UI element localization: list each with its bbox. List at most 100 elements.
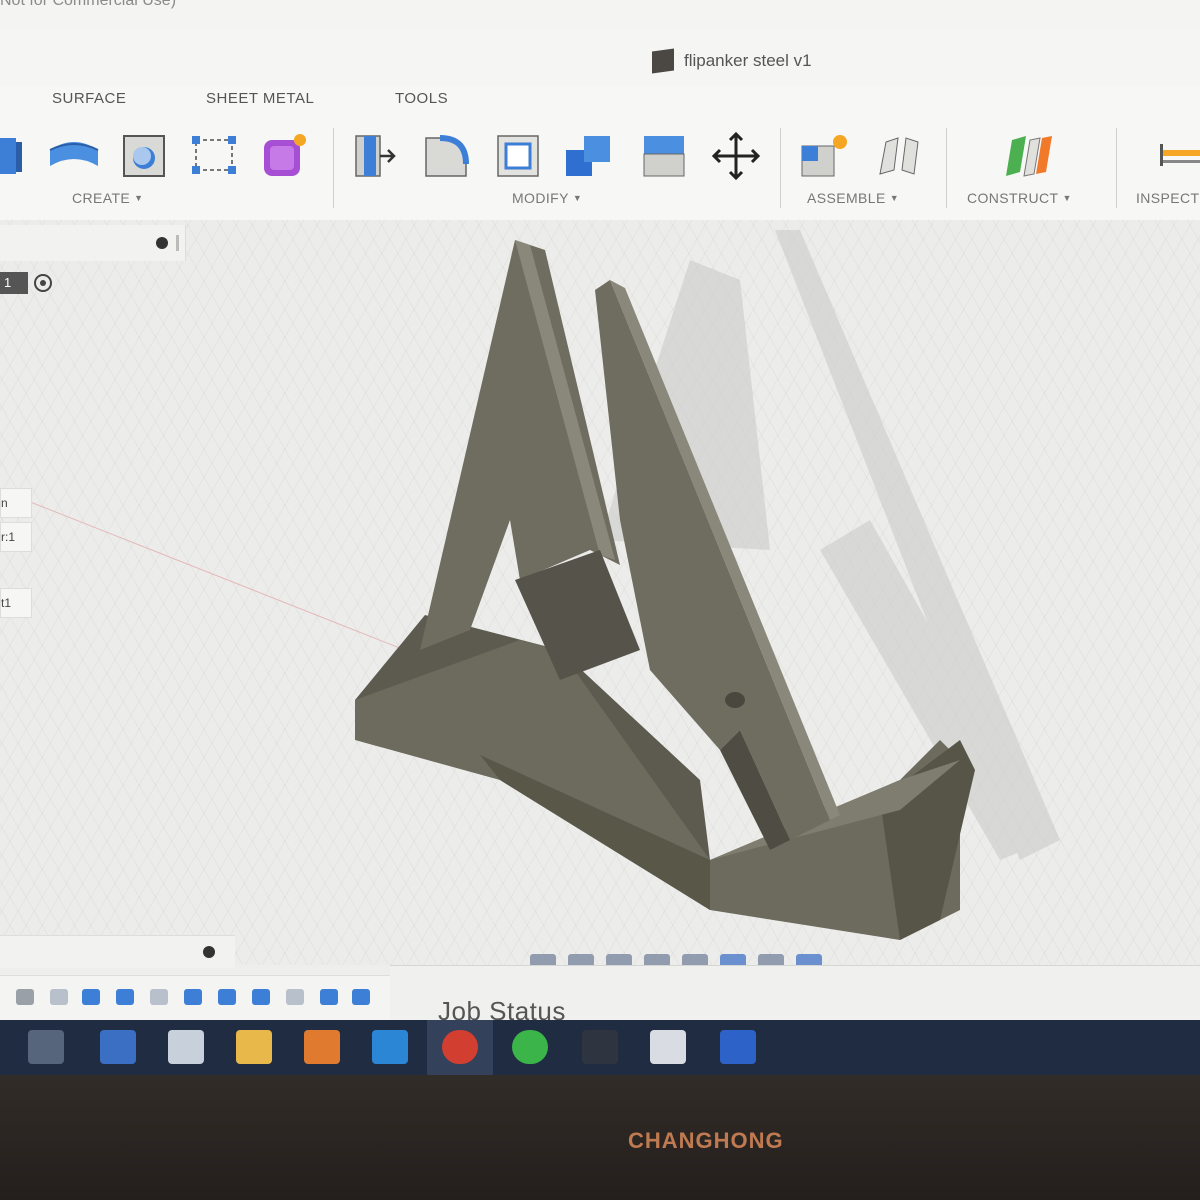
timeline [0,975,390,1021]
offset-face-icon [643,136,685,177]
joint-tool-button[interactable] [872,128,928,184]
joint-icon [879,137,919,175]
tab-surface[interactable]: SURFACE [52,90,126,107]
modify-label: MODIFY [512,190,569,206]
visibility-radio-icon[interactable] [34,274,52,292]
pivot-pin [725,692,745,708]
mail-icon[interactable] [100,1030,136,1064]
browser-row[interactable]: n [0,488,32,518]
windows-taskbar [0,1020,1200,1075]
caret-down-icon: ▼ [134,193,144,203]
press-pull-tool-button[interactable] [346,128,402,184]
revolve-tool-button[interactable] [46,128,102,184]
construction-plane-icon [1006,136,1052,177]
sketch-tool-button[interactable] [186,128,242,184]
tab-sheet-metal[interactable]: SHEET METAL [206,90,314,107]
task-view-icon[interactable] [28,1030,64,1064]
press-pull-icon [355,135,396,177]
comments-panel[interactable] [0,935,235,968]
timeline-feature-icon[interactable] [150,989,168,1005]
shell-icon [497,135,539,177]
timeline-start-icon[interactable] [16,989,34,1005]
panel-grip-icon[interactable] [176,235,179,251]
3d-viewport[interactable] [0,220,1200,965]
chrome-icon[interactable] [442,1030,478,1064]
timeline-prev-icon[interactable] [50,989,68,1005]
timeline-feature-icon[interactable] [116,989,134,1005]
timeline-feature-icon[interactable] [286,989,304,1005]
cortana-icon[interactable] [372,1030,408,1064]
form-sculpt-icon [264,134,306,176]
revolve-icon [49,142,99,166]
fusion-app-icon[interactable] [304,1030,340,1064]
measure-tool-button[interactable] [1150,128,1200,184]
monitor-bezel: CHANGHONG [0,1075,1200,1200]
image-viewer-icon[interactable] [650,1030,686,1064]
whatsapp-icon[interactable] [512,1030,548,1064]
timeline-feature-icon[interactable] [184,989,202,1005]
form-tool-button[interactable] [256,128,312,184]
pin-dot-icon[interactable] [156,237,168,249]
create-label: CREATE [72,190,131,206]
sketch-rectangle-icon [192,136,236,174]
component-cube-icon [652,48,674,74]
inspect-menu[interactable]: INSPECT [1136,190,1199,206]
caret-down-icon: ▼ [1062,193,1072,203]
new-component-tool-button[interactable] [796,128,852,184]
modify-menu[interactable]: MODIFY ▼ [512,190,582,206]
fillet-icon [425,135,469,177]
monitor-brand-logo: CHANGHONG [628,1128,784,1153]
monitor-screen: Not for Commercial Use) flipanker steel … [0,0,1200,1075]
tab-tools[interactable]: TOOLS [395,90,448,107]
group-divider [780,128,781,208]
shell-tool-button[interactable] [490,128,546,184]
document-title: flipanker steel v1 [684,51,812,70]
file-explorer-icon[interactable] [236,1030,272,1064]
license-bar: Not for Commercial Use) [0,0,1200,31]
assemble-label: ASSEMBLE [807,190,886,206]
browser-row[interactable]: r:1 [0,522,32,552]
offset-face-tool-button[interactable] [636,128,692,184]
caret-down-icon: ▼ [889,193,899,203]
offset-plane-tool-button[interactable] [1000,128,1056,184]
group-divider [1116,128,1117,208]
create-menu[interactable]: CREATE ▼ [72,190,143,206]
checkmark-app-icon[interactable] [720,1030,756,1064]
hole-tool-button[interactable] [116,128,172,184]
pin-dot-icon[interactable] [203,946,215,958]
move-tool-button[interactable] [708,128,764,184]
job-status-panel: Job Status [390,965,1200,1026]
measure-icon [1160,144,1200,166]
assemble-menu[interactable]: ASSEMBLE ▼ [807,190,899,206]
group-divider [946,128,947,208]
title-bar: flipanker steel v1 [0,30,1200,86]
browser-row[interactable]: t1 [0,588,32,618]
extrude-tool-button[interactable] [0,128,34,184]
move-arrows-icon [711,131,761,181]
x-axis-line [0,489,431,661]
store-icon[interactable] [168,1030,204,1064]
new-component-icon [801,135,847,177]
base-body [355,640,960,940]
construct-menu[interactable]: CONSTRUCT ▼ [967,190,1072,206]
group-divider [333,128,334,208]
caret-down-icon: ▼ [572,193,583,203]
ribbon-toolbar: SURFACE SHEET METAL TOOLS CREATE ▼ MODIF… [0,86,1200,221]
fillet-tool-button[interactable] [418,128,474,184]
extrude-icon [0,138,22,174]
timeline-feature-icon[interactable] [218,989,236,1005]
inspect-label: INSPECT [1136,190,1200,206]
document-tab[interactable]: flipanker steel v1 [652,48,812,74]
timeline-feature-icon[interactable] [252,989,270,1005]
hole-icon [123,135,165,177]
combine-tool-button[interactable] [562,128,618,184]
construct-label: CONSTRUCT [967,190,1059,206]
license-notice: Not for Commercial Use) [0,0,177,9]
timeline-feature-icon[interactable] [352,989,370,1005]
model-render [0,230,1060,940]
timeline-feature-icon[interactable] [82,989,100,1005]
browser-item-chip[interactable]: 1 [0,272,28,294]
timeline-feature-icon[interactable] [320,989,338,1005]
tx-app-icon[interactable] [582,1030,618,1064]
browser-panel-header[interactable] [0,225,186,261]
